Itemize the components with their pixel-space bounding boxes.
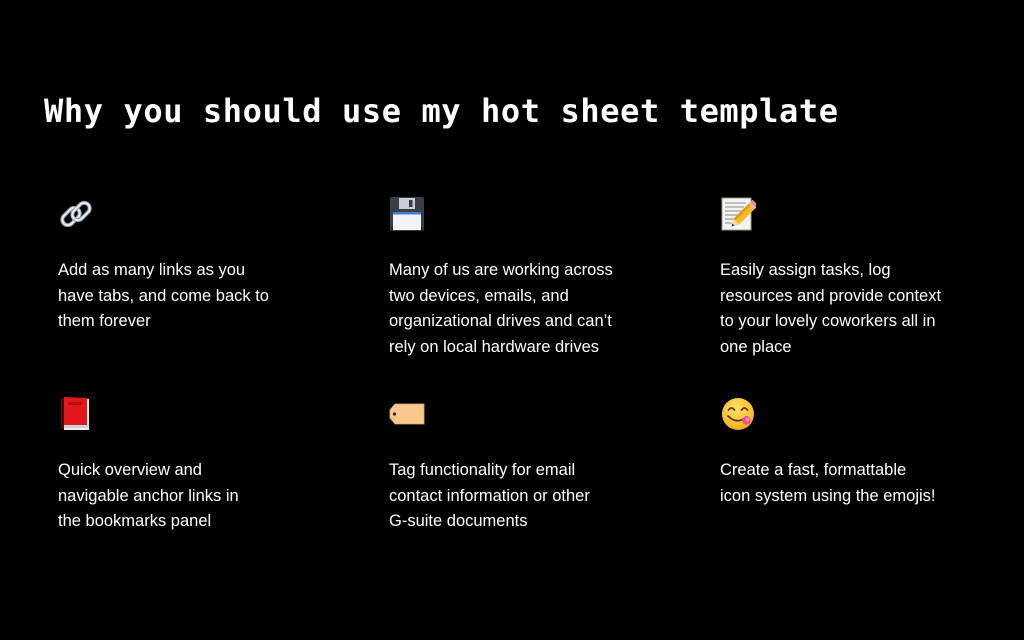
feature-description: Quick overview and navigable anchor link… [58,461,239,530]
label-tag-icon [389,403,425,425]
slide: Why you should use my hot sheet template… [0,0,1024,640]
page-title: Why you should use my hot sheet template [44,92,839,130]
feature-description: Many of us are working across two device… [389,261,613,356]
feature-description: Create a fast, formattable icon system u… [720,461,936,505]
feature-description: Tag functionality for email contact info… [389,461,590,530]
link-icon [60,200,92,228]
red-book-icon [61,397,89,430]
yum-face-icon [722,398,754,430]
floppy-disk-icon [390,197,424,231]
memo-icon [721,197,756,231]
feature-description: Easily assign tasks, log resources and p… [720,261,942,356]
feature-description: Add as many links as you have tabs, and … [58,261,269,330]
